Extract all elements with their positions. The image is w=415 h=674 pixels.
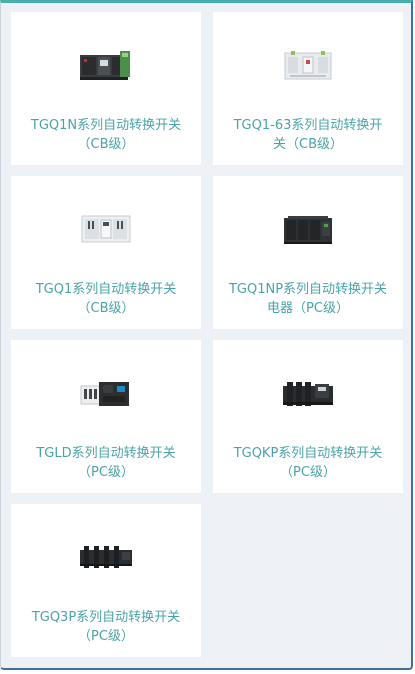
product-title[interactable]: TGLD系列自动转换开关 （PC级） xyxy=(15,444,197,482)
tgq1-switch-image xyxy=(81,215,131,242)
product-title[interactable]: TGQ1NP系列自动转换开关 电器（PC级） xyxy=(217,280,399,318)
tgld-switch-image xyxy=(80,381,129,406)
product-card[interactable]: TGQ3P系列自动转换开关 （PC级） xyxy=(11,504,201,657)
product-card[interactable]: TGQ1-63系列自动转换开 关（CB级） xyxy=(213,12,403,165)
product-card[interactable]: TGQ1NP系列自动转换开关 电器（PC级） xyxy=(213,176,403,329)
tgq3p-switch-image xyxy=(80,545,132,568)
product-grid: TGQ1N系列自动转换开关 （CB级） TGQ1-63系列自动转换开 关（CB级… xyxy=(11,12,404,657)
product-card[interactable]: TGQKP系列自动转换开关 （PC级） xyxy=(213,340,403,493)
tgqkp-switch-image xyxy=(283,381,333,406)
product-title[interactable]: TGQ1N系列自动转换开关 （CB级） xyxy=(15,116,197,154)
product-image[interactable] xyxy=(11,340,201,445)
tgq1np-switch-image xyxy=(284,215,332,244)
product-title[interactable]: TGQKP系列自动转换开关 （PC级） xyxy=(217,444,399,482)
product-title[interactable]: TGQ1-63系列自动转换开 关（CB级） xyxy=(217,116,399,154)
product-panel: TGQ1N系列自动转换开关 （CB级） TGQ1-63系列自动转换开 关（CB级… xyxy=(0,0,413,670)
product-card[interactable]: TGLD系列自动转换开关 （PC级） xyxy=(11,340,201,493)
product-image[interactable] xyxy=(213,340,403,445)
tgq1-63-switch-image xyxy=(284,50,332,79)
product-image[interactable] xyxy=(11,12,201,117)
product-title[interactable]: TGQ1系列自动转换开关 （CB级） xyxy=(15,280,197,318)
product-card[interactable]: TGQ1N系列自动转换开关 （CB级） xyxy=(11,12,201,165)
product-image[interactable] xyxy=(11,176,201,281)
product-title[interactable]: TGQ3P系列自动转换开关 （PC级） xyxy=(15,608,197,646)
product-image[interactable] xyxy=(11,504,201,609)
product-image[interactable] xyxy=(213,12,403,117)
product-image[interactable] xyxy=(213,176,403,281)
tgq1n-switch-image xyxy=(80,50,130,80)
product-card[interactable]: TGQ1系列自动转换开关 （CB级） xyxy=(11,176,201,329)
